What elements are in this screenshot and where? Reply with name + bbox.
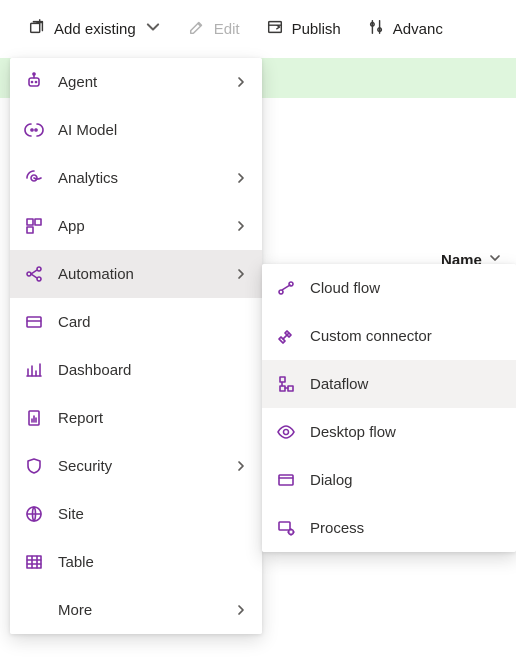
menu-item-label: Dashboard	[58, 362, 248, 379]
menu-item-label: More	[58, 602, 220, 619]
analytics-icon	[24, 168, 44, 188]
automation-icon	[24, 264, 44, 284]
automation-submenu: Cloud flow Custom connector Dataflow Des…	[262, 264, 516, 552]
cloud-flow-icon	[276, 278, 296, 298]
menu-item-label: Card	[58, 314, 248, 331]
publish-button[interactable]: Publish	[256, 12, 351, 46]
chevron-right-icon	[234, 459, 248, 473]
chevron-right-icon	[234, 75, 248, 89]
add-existing-icon	[28, 18, 46, 40]
submenu-item-label: Dialog	[310, 472, 502, 489]
submenu-item-label: Dataflow	[310, 376, 502, 393]
eye-icon	[276, 422, 296, 442]
menu-item-card[interactable]: Card	[10, 298, 262, 346]
dialog-icon	[276, 470, 296, 490]
advanced-button[interactable]: Advanc	[357, 12, 453, 46]
submenu-item-process[interactable]: Process	[262, 504, 516, 552]
submenu-item-label: Custom connector	[310, 328, 502, 345]
globe-icon	[24, 504, 44, 524]
chevron-right-icon	[234, 603, 248, 617]
submenu-item-label: Process	[310, 520, 502, 537]
menu-item-security[interactable]: Security	[10, 442, 262, 490]
menu-item-label: AI Model	[58, 122, 248, 139]
dashboard-icon	[24, 360, 44, 380]
advanced-label: Advanc	[393, 21, 443, 38]
menu-item-report[interactable]: Report	[10, 394, 262, 442]
menu-item-more[interactable]: More	[10, 586, 262, 634]
submenu-item-dialog[interactable]: Dialog	[262, 456, 516, 504]
submenu-item-desktop-flow[interactable]: Desktop flow	[262, 408, 516, 456]
publish-icon	[266, 18, 284, 40]
submenu-item-dataflow[interactable]: Dataflow	[262, 360, 516, 408]
menu-item-label: Automation	[58, 266, 220, 283]
menu-item-label: Security	[58, 458, 220, 475]
add-existing-label: Add existing	[54, 21, 136, 38]
report-icon	[24, 408, 44, 428]
menu-item-label: Table	[58, 554, 248, 571]
submenu-item-label: Desktop flow	[310, 424, 502, 441]
menu-item-agent[interactable]: Agent	[10, 58, 262, 106]
publish-label: Publish	[292, 21, 341, 38]
chevron-right-icon	[234, 267, 248, 281]
edit-label: Edit	[214, 21, 240, 38]
edit-icon	[188, 18, 206, 40]
add-existing-menu: Agent AI Model Analytics App Automation	[10, 58, 262, 634]
add-existing-button[interactable]: Add existing	[18, 12, 172, 46]
card-icon	[24, 312, 44, 332]
process-icon	[276, 518, 296, 538]
menu-item-ai-model[interactable]: AI Model	[10, 106, 262, 154]
chevron-right-icon	[234, 171, 248, 185]
edit-button[interactable]: Edit	[178, 12, 250, 46]
menu-item-app[interactable]: App	[10, 202, 262, 250]
sliders-icon	[367, 18, 385, 40]
menu-item-table[interactable]: Table	[10, 538, 262, 586]
menu-item-label: App	[58, 218, 220, 235]
menu-item-label: Report	[58, 410, 248, 427]
menu-item-label: Site	[58, 506, 248, 523]
chevron-right-icon	[234, 219, 248, 233]
app-icon	[24, 216, 44, 236]
menu-item-label: Agent	[58, 74, 220, 91]
menu-item-dashboard[interactable]: Dashboard	[10, 346, 262, 394]
ai-model-icon	[24, 120, 44, 140]
menu-item-site[interactable]: Site	[10, 490, 262, 538]
shield-icon	[24, 456, 44, 476]
menu-item-label: Analytics	[58, 170, 220, 187]
submenu-item-custom-connector[interactable]: Custom connector	[262, 312, 516, 360]
dataflow-icon	[276, 374, 296, 394]
agent-icon	[24, 72, 44, 92]
command-bar: Add existing Edit Publish Advanc	[0, 0, 516, 58]
chevron-down-icon	[144, 18, 162, 40]
menu-item-analytics[interactable]: Analytics	[10, 154, 262, 202]
connector-icon	[276, 326, 296, 346]
submenu-item-label: Cloud flow	[310, 280, 502, 297]
submenu-item-cloud-flow[interactable]: Cloud flow	[262, 264, 516, 312]
menu-item-automation[interactable]: Automation	[10, 250, 262, 298]
table-icon	[24, 552, 44, 572]
